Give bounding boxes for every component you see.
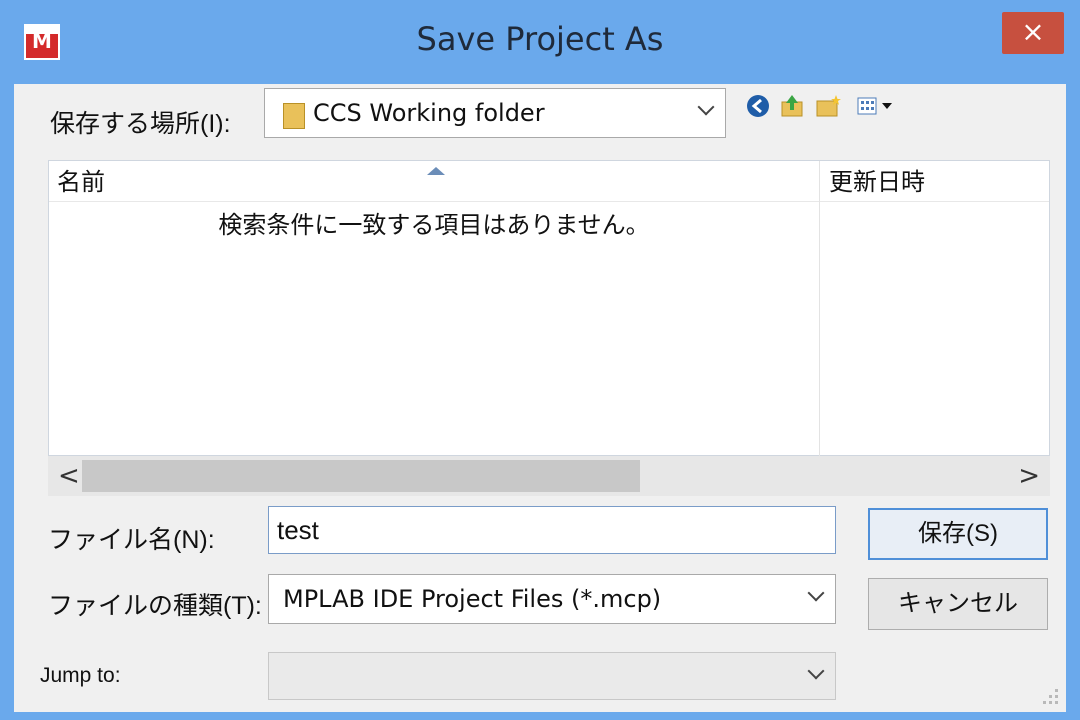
location-value: CCS Working folder [313, 99, 545, 127]
location-dropdown[interactable]: CCS Working folder [264, 88, 726, 138]
column-header-date[interactable]: 更新日時 [829, 161, 925, 201]
header-divider [49, 201, 1049, 202]
scroll-right-arrow[interactable]: > [1018, 462, 1040, 490]
chevron-down-icon [809, 589, 823, 603]
chevron-down-icon [699, 103, 713, 117]
jump-to-dropdown[interactable] [268, 652, 836, 700]
empty-list-message: 検索条件に一致する項目はありません。 [218, 212, 650, 239]
chevron-down-icon [809, 667, 823, 681]
sort-arrow-icon [427, 167, 445, 175]
cancel-button[interactable]: キャンセル [868, 578, 1048, 630]
title-bar[interactable]: M Save Project As × [0, 0, 1080, 84]
save-project-dialog: M Save Project As × 保存する場所(I): CCS Worki… [0, 0, 1080, 720]
resize-grip[interactable] [1040, 686, 1060, 706]
save-button[interactable]: 保存(S) [868, 508, 1048, 560]
window-title: Save Project As [416, 20, 664, 58]
close-button[interactable]: × [1002, 12, 1064, 54]
filetype-value: MPLAB IDE Project Files (*.mcp) [283, 585, 662, 613]
filetype-dropdown[interactable]: MPLAB IDE Project Files (*.mcp) [268, 574, 836, 624]
filename-input[interactable]: test [268, 506, 836, 554]
new-folder-icon[interactable] [814, 92, 842, 120]
folder-icon [283, 103, 305, 129]
horizontal-scrollbar[interactable]: < > [48, 456, 1050, 496]
location-label: 保存する場所(I): [50, 110, 231, 138]
view-menu-icon[interactable] [856, 92, 896, 120]
back-icon[interactable] [744, 92, 772, 120]
file-list[interactable]: 名前 更新日時 検索条件に一致する項目はありません。 [48, 160, 1050, 457]
up-folder-icon[interactable] [778, 92, 806, 120]
column-header-name[interactable]: 名前 [57, 161, 105, 201]
filename-label: ファイル名(N): [48, 526, 215, 554]
jump-to-label: Jump to: [40, 664, 121, 687]
filename-value: test [277, 515, 319, 545]
dialog-body: 保存する場所(I): CCS Working folder 名前 更新日時 検索… [14, 84, 1066, 712]
filetype-label: ファイルの種類(T): [48, 592, 262, 620]
column-separator[interactable] [819, 161, 820, 457]
scroll-thumb[interactable] [82, 460, 640, 492]
close-icon: × [1021, 15, 1045, 48]
scroll-left-arrow[interactable]: < [58, 462, 80, 490]
